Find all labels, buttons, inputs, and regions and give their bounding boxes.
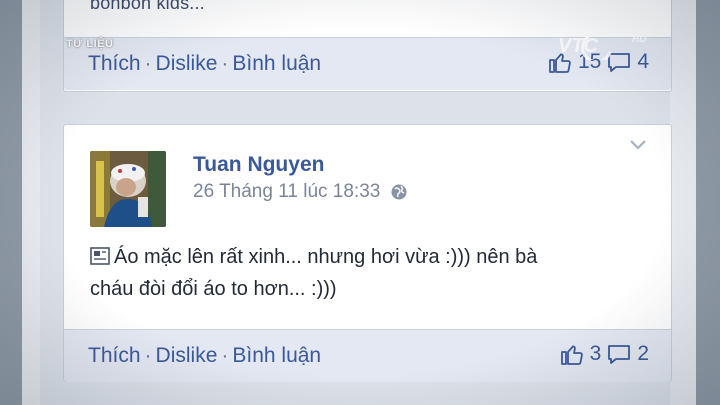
comment-icon[interactable] [607, 343, 631, 365]
globe-icon[interactable] [390, 183, 408, 201]
dislike-link[interactable]: Dislike [156, 52, 218, 75]
message-line: Áo mặc lên rất xinh... nhưng hơi vừa :))… [90, 241, 650, 273]
message-text: Áo mặc lên rất xinh... nhưng hơi vừa :))… [114, 246, 538, 268]
like-link[interactable]: Thích [88, 52, 141, 75]
post-action-links: Thích · Dislike · Bình luận [88, 344, 321, 368]
separator: · [221, 52, 229, 75]
comment-count[interactable]: 2 [637, 342, 649, 366]
like-count[interactable]: 3 [590, 342, 602, 366]
post-action-links: Thích · Dislike · Bình luận [88, 52, 321, 76]
comment-link[interactable]: Bình luận [232, 52, 321, 75]
like-link[interactable]: Thích [88, 344, 141, 367]
comment-link[interactable]: Bình luận [232, 344, 321, 367]
post-author[interactable]: Tuan Nguyen [193, 153, 324, 177]
post-actions-bar: Thích · Dislike · Bình luận 3 2 [64, 329, 671, 382]
avatar-photo [90, 151, 166, 227]
post-message: Áo mặc lên rất xinh... nhưng hơi vừa :))… [90, 241, 650, 305]
channel-logo-text: VTC [558, 35, 599, 57]
vtc-logo: VTC HD [558, 32, 646, 60]
chevron-down-icon[interactable] [629, 139, 647, 151]
post-counts: 3 2 [560, 342, 649, 366]
channel-badge: HD [632, 34, 646, 45]
post-meta: 26 Tháng 11 lúc 18:33 [193, 181, 408, 203]
post-text: bonbon kids... [90, 0, 205, 13]
avatar[interactable] [90, 151, 166, 227]
dislike-link[interactable]: Dislike [156, 344, 218, 367]
separator: · [144, 52, 152, 75]
section-label: TƯ LIỆU [66, 38, 114, 50]
post-timestamp[interactable]: 26 Tháng 11 lúc 18:33 [193, 181, 380, 203]
separator: · [221, 344, 229, 367]
feed-post: Tuan Nguyen 26 Tháng 11 lúc 18:33 Áo mặc… [63, 124, 672, 382]
message-line: cháu đòi đổi áo to hơn... :))) [90, 278, 337, 300]
document-icon [90, 247, 110, 265]
like-icon[interactable] [560, 342, 584, 366]
separator: · [144, 344, 152, 367]
